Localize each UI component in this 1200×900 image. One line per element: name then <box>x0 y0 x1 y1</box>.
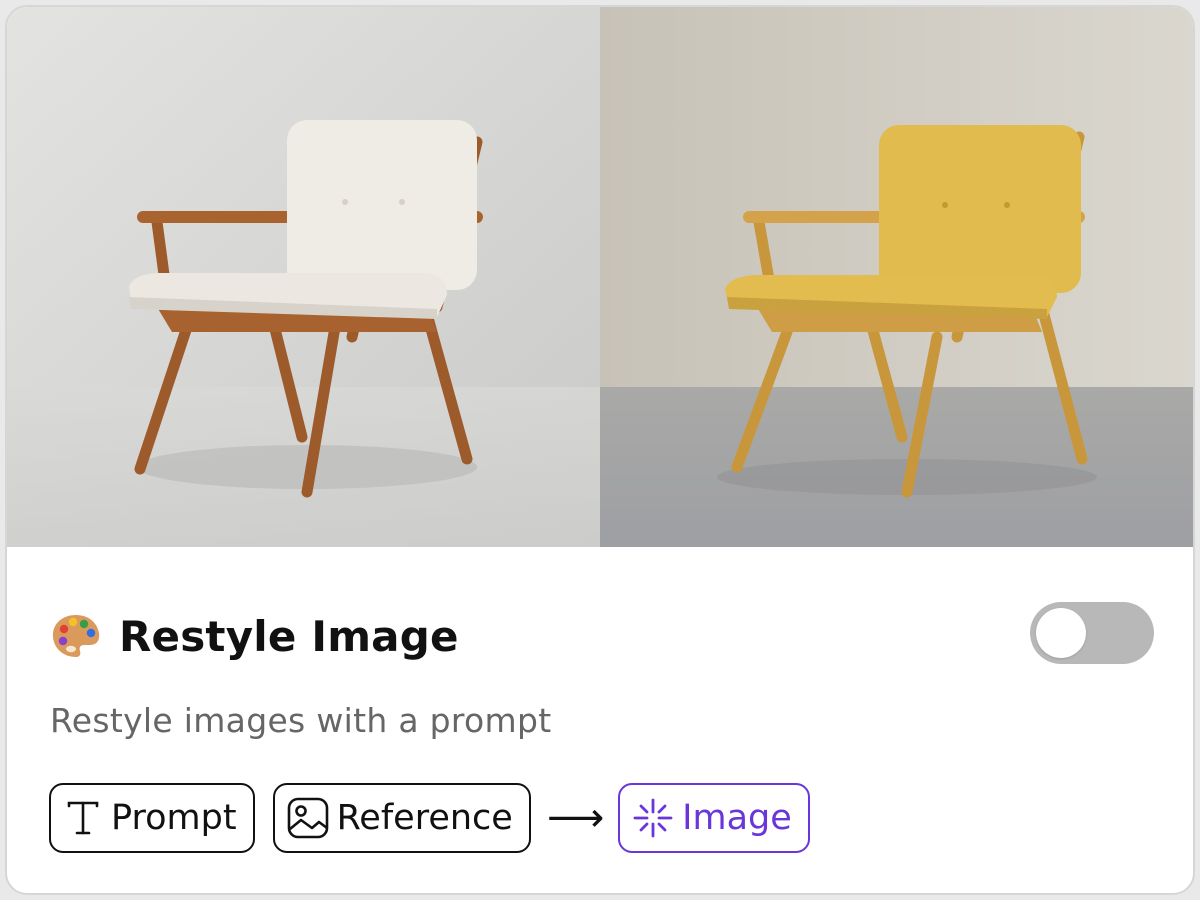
reference-chip-label: Reference <box>336 798 513 838</box>
card-title: Restyle Image <box>119 611 459 661</box>
image-output-chip[interactable]: Image <box>618 783 810 853</box>
prompt-chip-label: Prompt <box>111 798 237 838</box>
prompt-input-chip[interactable]: Prompt <box>49 783 255 853</box>
image-icon <box>287 797 328 839</box>
toggle-knob <box>1036 608 1086 658</box>
sparkle-icon <box>633 798 673 838</box>
original-chair-image <box>7 7 600 547</box>
image-chip-label: Image <box>682 798 792 838</box>
restyle-image-card[interactable]: Restyle Image Restyle images with a prom… <box>5 5 1195 895</box>
enable-toggle[interactable] <box>1030 602 1154 664</box>
right-arrow-icon: ⟶ <box>546 795 605 841</box>
text-cursor-icon <box>67 801 99 835</box>
card-description: Restyle images with a prompt <box>50 701 552 740</box>
io-flow: Prompt Reference ⟶ Image <box>49 783 810 853</box>
before-after-preview <box>7 7 1193 547</box>
restyled-chair-image <box>600 7 1193 547</box>
artist-palette-icon <box>49 609 103 663</box>
card-header: Restyle Image <box>49 607 459 665</box>
reference-input-chip[interactable]: Reference <box>272 783 531 853</box>
